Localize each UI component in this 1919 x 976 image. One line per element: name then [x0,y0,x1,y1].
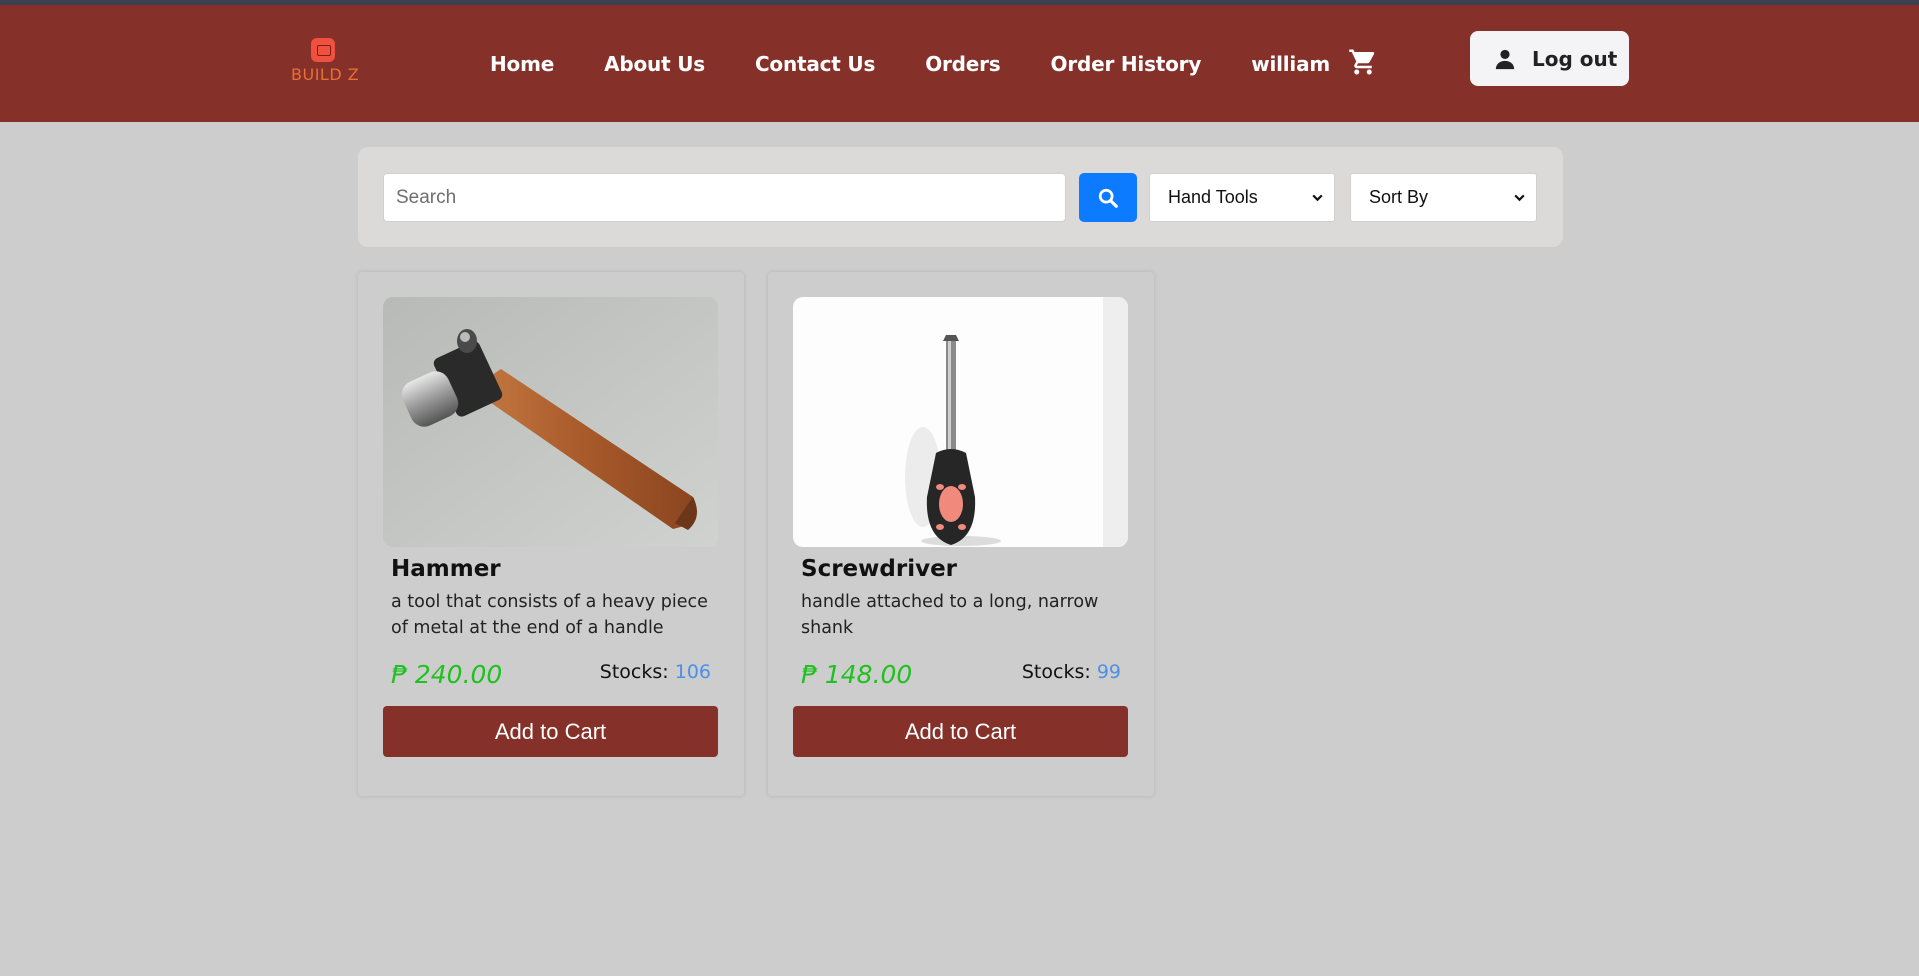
nav-home[interactable]: Home [490,52,554,76]
brand-name: BUILD Z [291,65,360,84]
brand-logo[interactable]: BUILD Z [288,38,368,88]
user-icon [1495,49,1515,69]
product-price: ₱ 240.00 [391,660,503,689]
product-image-screwdriver [793,297,1128,547]
search-input[interactable] [383,173,1066,222]
add-to-cart-button[interactable]: Add to Cart [383,706,718,757]
product-name: Screwdriver [801,556,958,582]
category-select-value: Hand Tools [1168,187,1258,207]
product-card-hammer: Hammer a tool that consists of a heavy p… [358,272,744,796]
category-select[interactable]: Hand Tools [1149,173,1335,222]
product-image-hammer [383,297,718,547]
search-button[interactable] [1079,173,1137,222]
cart-icon[interactable] [1348,47,1378,77]
nav-username[interactable]: william [1251,52,1330,76]
nav-links: Home About Us Contact Us Orders Order Hi… [490,5,1380,122]
product-stock: Stocks: 99 [1022,661,1121,683]
sort-select-value: Sort By [1369,187,1429,207]
nav-orders[interactable]: Orders [925,52,1001,76]
logout-label: Log out [1532,46,1618,71]
stock-label: Stocks: [1021,661,1091,683]
stock-label: Stocks: [599,661,669,683]
product-card-screwdriver: Screwdriver handle attached to a long, n… [768,272,1154,796]
product-price: ₱ 148.00 [801,660,913,689]
chevron-down-icon [1514,194,1525,202]
add-to-cart-button[interactable]: Add to Cart [793,706,1128,757]
search-panel: Hand Tools Sort By [358,147,1563,247]
chevron-down-icon [1312,194,1323,202]
nav-order-history[interactable]: Order History [1051,52,1202,76]
product-description: handle attached to a long, narrow shank [801,592,1099,638]
nav-about-us[interactable]: About Us [604,52,705,76]
product-name: Hammer [391,556,501,582]
navbar: BUILD Z Home About Us Contact Us Orders … [0,5,1919,122]
product-description: a tool that consists of a heavy piece of… [391,592,708,638]
product-stock: Stocks: 106 [600,661,711,683]
logo-icon [311,38,335,62]
search-icon [1098,188,1118,208]
stock-value: 106 [674,661,711,683]
nav-contact-us[interactable]: Contact Us [755,52,875,76]
stock-value: 99 [1096,661,1121,683]
sort-select[interactable]: Sort By [1350,173,1537,222]
logout-button[interactable]: Log out [1470,31,1629,86]
